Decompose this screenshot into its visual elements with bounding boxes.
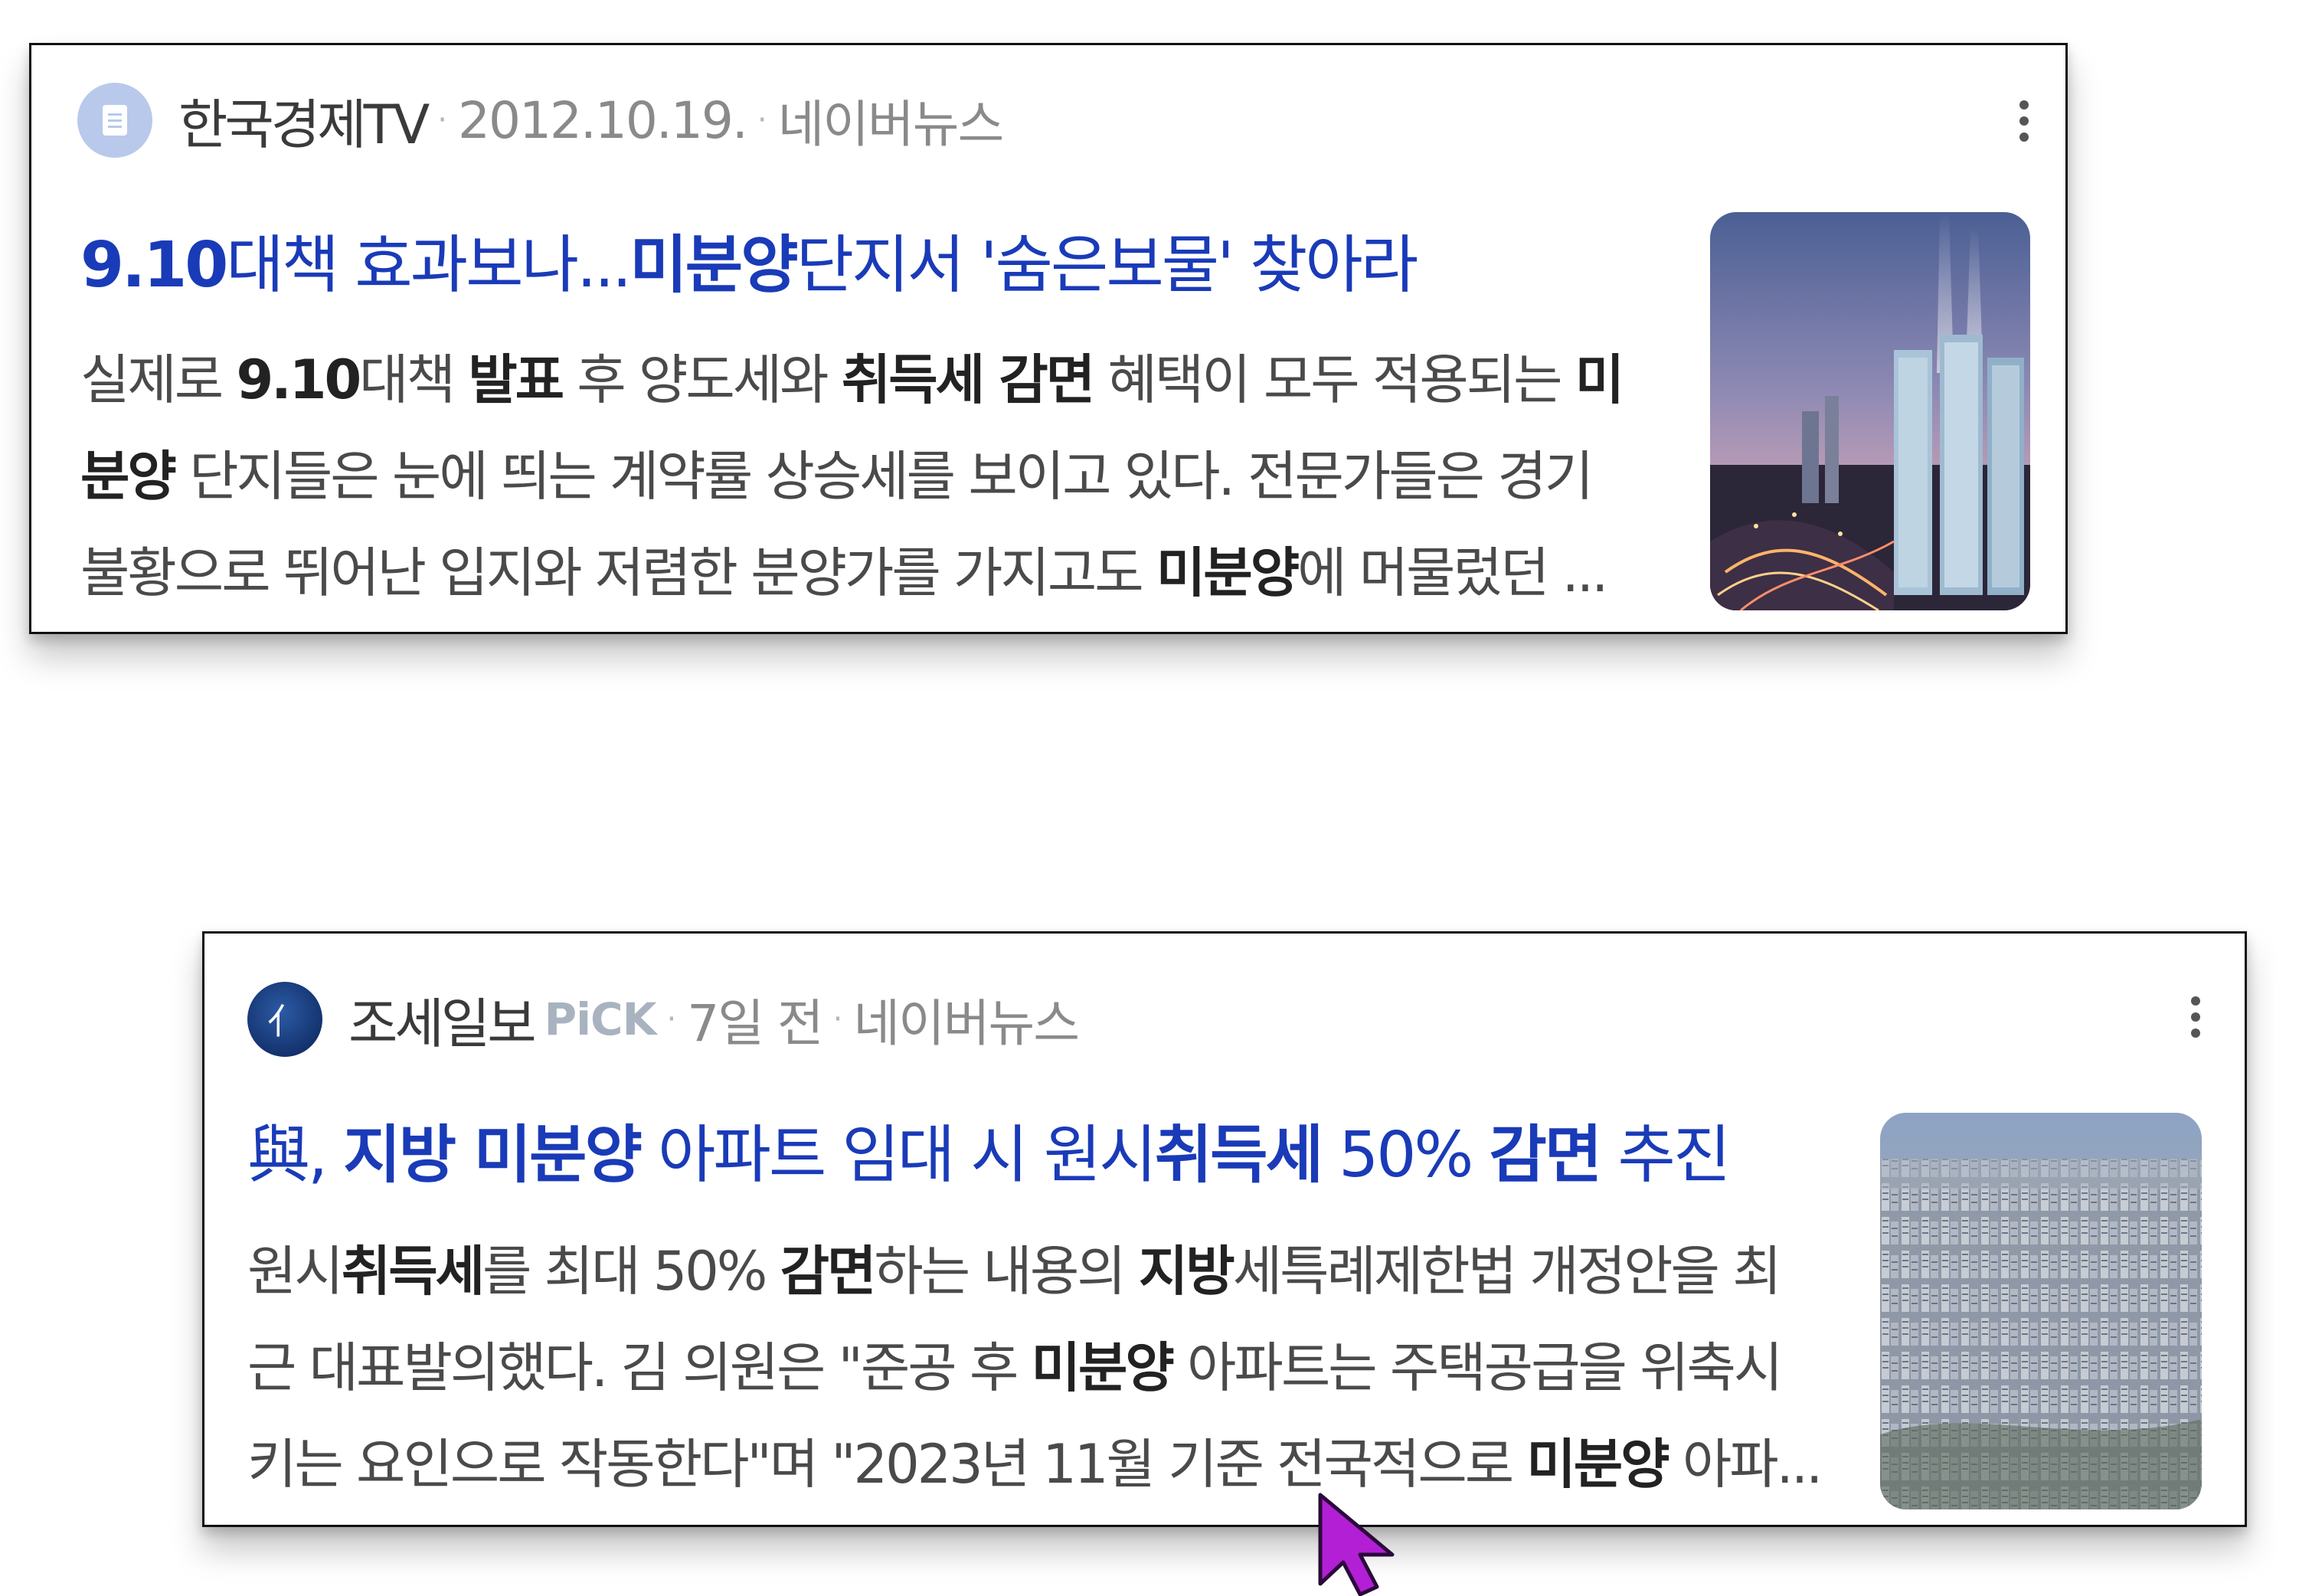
highlighted-keyword: 취득세 감면 [841,348,1095,411]
publish-date: 7일 전 [687,994,823,1053]
document-icon[interactable] [77,83,152,158]
separator-dot: · [437,103,447,138]
highlighted-keyword: 미분양 [1031,1336,1175,1399]
more-options-icon[interactable] [2018,100,2030,142]
text-segment: 대책 효과보나... [226,229,632,302]
highlighted-keyword: 지방 미분양 [343,1119,643,1192]
highlighted-keyword: 발표 [468,348,564,411]
highlighted-keyword: 9.10 [80,229,228,302]
snippet-text: 실제로 9.10대책 발표 후 양도세와 취득세 감면 혜택이 모두 적용되는 … [80,332,1704,621]
text-segment: 대책 [359,348,469,411]
text-segment: 하는 내용의 [874,1240,1139,1303]
highlighted-keyword: 취득세 [1154,1119,1323,1192]
snippet-line: 분양 단지들은 눈에 띄는 계약률 상승세를 보이고 있다. 전문가들은 경기 [80,428,1704,525]
source-name[interactable]: 한국경제TV [178,82,430,159]
text-segment: 불황으로 뛰어난 입지와 저렴한 분양가를 가지고도 [80,541,1156,604]
highlighted-keyword: 미분양 [630,229,798,302]
platform-link[interactable]: 네이버뉴스 [778,83,1005,157]
separator-dot: · [832,1002,843,1037]
text-segment: 혜택이 모두 적용되는 [1093,348,1575,411]
headline-link[interactable]: 與, 지방 미분양 아파트 임대 시 원시취득세 50% 감면 추진 [247,1104,1731,1195]
separator-dot: · [666,1002,677,1037]
text-segment: 아파트 임대 시 원시 [639,1119,1157,1192]
highlighted-keyword: 감면 [780,1240,877,1303]
snippet-line: 불황으로 뛰어난 입지와 저렴한 분양가를 가지고도 미분양에 머물렀던 ... [80,525,1704,621]
text-segment: 근 대표발의했다. 김 의원은 "준공 후 [247,1336,1032,1399]
text-segment: 추진 [1600,1119,1731,1192]
more-options-icon[interactable] [2189,996,2202,1038]
separator-dot: · [757,103,767,138]
snippet-line: 근 대표발의했다. 김 의원은 "준공 후 미분양 아파트는 주택공급을 위축시 [247,1320,1871,1416]
joseilbo-logo-icon[interactable]: 亻 [247,982,322,1057]
snippet-line: 실제로 9.10대책 발표 후 양도세와 취득세 감면 혜택이 모두 적용되는 … [80,332,1704,428]
platform-link[interactable]: 네이버뉴스 [853,983,1080,1056]
source-row: 한국경제TV · 2012.10.19. · 네이버뉴스 [77,82,1005,159]
source-row: 亻 조세일보 PiCK · 7일 전 · 네이버뉴스 [247,981,1080,1058]
snippet-line: 원시취득세를 최대 50% 감면하는 내용의 지방세특례제한법 개정안을 최 [247,1223,1871,1320]
pick-badge: PiCK [544,993,657,1045]
snippet-line: 키는 요인으로 작동한다"며 "2023년 11월 기준 전국적으로 미분양 아… [247,1416,1871,1513]
highlighted-keyword: 취득세 [341,1240,485,1303]
highlighted-keyword: 감면 [1489,1119,1602,1192]
text-segment: 를 최대 50% [482,1240,780,1303]
text-segment: 에 머물렀던 ... [1297,541,1608,604]
text-segment: 아파트는 주택공급을 위축시 [1172,1336,1783,1399]
snippet-text: 원시취득세를 최대 50% 감면하는 내용의 지방세특례제한법 개정안을 최근 … [247,1223,1871,1513]
news-result-card-1: 한국경제TV · 2012.10.19. · 네이버뉴스 9.10대책 효과보나… [29,43,2068,634]
text-segment: 與, [247,1119,344,1192]
highlighted-keyword: 미분양 [1526,1433,1669,1496]
highlighted-keyword: 9.10 [236,348,361,411]
text-segment: 단지들은 눈에 띄는 계약률 상승세를 보이고 있다. 전문가들은 경기 [174,445,1594,508]
highlighted-keyword: 미분양 [1156,541,1300,604]
highlighted-keyword: 지방 [1138,1240,1235,1303]
text-segment: 키는 요인으로 작동한다"며 "2023년 11월 기준 전국적으로 [247,1433,1527,1496]
city-night-highrise-thumbnail[interactable] [1710,212,2030,610]
text-segment: 세특례제한법 개정안을 최 [1232,1240,1782,1303]
text-segment: 실제로 [80,348,237,411]
highlighted-keyword: 미 [1575,348,1624,411]
news-result-card-2: 亻 조세일보 PiCK · 7일 전 · 네이버뉴스 與, 지방 미분양 아파트… [202,931,2247,1527]
text-segment: 후 양도세와 [562,348,842,411]
source-name[interactable]: 조세일보 [348,981,537,1058]
headline-link[interactable]: 9.10대책 효과보나...미분양단지서 '숨은보물' 찾아라 [80,214,1419,305]
text-segment: 아파... [1667,1433,1823,1496]
text-segment: 원시 [247,1240,344,1303]
publish-date: 2012.10.19. [457,90,748,150]
text-segment: 50% [1321,1119,1490,1192]
highlighted-keyword: 분양 [80,445,177,508]
text-segment: 단지서 '숨은보물' 찾아라 [796,229,1419,302]
mouse-cursor-icon [1318,1493,1395,1596]
city-apartments-aerial-thumbnail[interactable] [1880,1113,2202,1509]
